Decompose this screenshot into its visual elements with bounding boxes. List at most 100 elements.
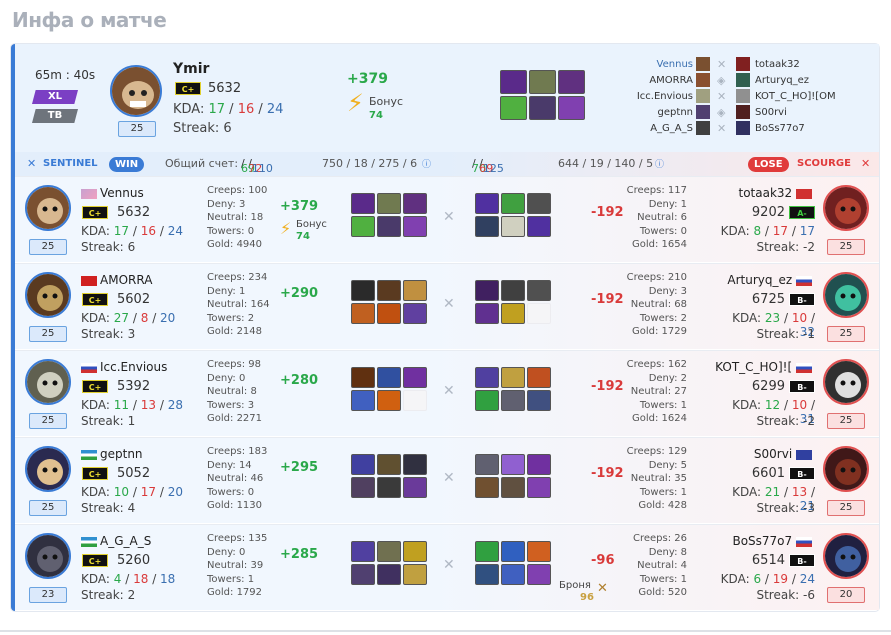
item-icon[interactable] bbox=[527, 390, 551, 411]
item-icon[interactable] bbox=[501, 477, 525, 498]
item-icon[interactable] bbox=[529, 96, 556, 120]
item-icon[interactable] bbox=[527, 454, 551, 475]
item-icon[interactable] bbox=[475, 390, 499, 411]
item-icon[interactable] bbox=[403, 477, 427, 498]
item-icon[interactable] bbox=[403, 564, 427, 585]
sentinel-player-name[interactable]: Vennus bbox=[81, 186, 144, 200]
list-player[interactable]: totaak32 bbox=[755, 57, 836, 73]
item-icon[interactable] bbox=[558, 70, 585, 94]
item-icon[interactable] bbox=[501, 390, 525, 411]
item-icon[interactable] bbox=[475, 280, 499, 301]
sentinel-hero-avatar[interactable] bbox=[25, 533, 71, 579]
item-icon[interactable] bbox=[377, 280, 401, 301]
item-icon[interactable] bbox=[351, 303, 375, 324]
item-icon[interactable] bbox=[501, 193, 525, 214]
item-icon[interactable] bbox=[403, 216, 427, 237]
item-icon[interactable] bbox=[527, 216, 551, 237]
item-icon[interactable] bbox=[377, 216, 401, 237]
sentinel-player-name[interactable]: AMORRA bbox=[81, 273, 152, 287]
item-icon[interactable] bbox=[501, 541, 525, 562]
item-icon[interactable] bbox=[351, 477, 375, 498]
item-icon[interactable] bbox=[403, 541, 427, 562]
item-icon[interactable] bbox=[377, 303, 401, 324]
info-icon[interactable]: ⓘ bbox=[655, 157, 664, 170]
list-player[interactable]: AMORRA bbox=[635, 73, 693, 89]
item-icon[interactable] bbox=[351, 564, 375, 585]
item-icon[interactable] bbox=[475, 303, 499, 324]
item-icon[interactable] bbox=[351, 390, 375, 411]
item-icon[interactable] bbox=[403, 280, 427, 301]
item-icon[interactable] bbox=[501, 280, 525, 301]
scourge-stats: Creeps: 129 Deny: 5 Neutral: 35 Towers: … bbox=[626, 446, 687, 512]
item-icon[interactable] bbox=[351, 216, 375, 237]
scourge-player-name[interactable]: totaak32 bbox=[715, 186, 815, 200]
item-icon[interactable] bbox=[475, 564, 499, 585]
item-icon[interactable] bbox=[527, 193, 551, 214]
item-icon[interactable] bbox=[501, 367, 525, 388]
sentinel-hero-avatar[interactable] bbox=[25, 446, 71, 492]
item-icon[interactable] bbox=[351, 193, 375, 214]
item-icon[interactable] bbox=[475, 541, 499, 562]
item-icon[interactable] bbox=[351, 280, 375, 301]
scourge-hero-avatar[interactable] bbox=[823, 446, 869, 492]
list-player[interactable]: Arturyq_ez bbox=[755, 73, 836, 89]
scourge-hero-avatar[interactable] bbox=[823, 272, 869, 318]
item-icon[interactable] bbox=[527, 280, 551, 301]
item-icon[interactable] bbox=[500, 70, 527, 94]
item-icon[interactable] bbox=[351, 454, 375, 475]
item-icon[interactable] bbox=[475, 367, 499, 388]
sentinel-items bbox=[351, 541, 427, 585]
list-player[interactable]: S00rvi bbox=[755, 105, 836, 121]
info-icon[interactable]: ⓘ bbox=[422, 157, 431, 170]
item-icon[interactable] bbox=[527, 541, 551, 562]
sentinel-hero-avatar[interactable] bbox=[25, 185, 71, 231]
scourge-player-name[interactable]: KOT_C_HO]![ bbox=[715, 360, 815, 374]
item-icon[interactable] bbox=[500, 96, 527, 120]
item-icon[interactable] bbox=[475, 454, 499, 475]
scourge-hero-avatar[interactable] bbox=[823, 359, 869, 405]
scourge-player-name[interactable]: S00rvi bbox=[715, 447, 815, 461]
item-icon[interactable] bbox=[377, 367, 401, 388]
item-icon[interactable] bbox=[475, 216, 499, 237]
item-icon[interactable] bbox=[377, 541, 401, 562]
list-player[interactable]: Vennus bbox=[635, 57, 693, 73]
item-icon[interactable] bbox=[377, 390, 401, 411]
list-player[interactable]: KOT_C_HO]![OM bbox=[755, 89, 836, 105]
sentinel-player-name[interactable]: A_G_A_S bbox=[81, 534, 151, 548]
scourge-player-name[interactable]: Arturyq_ez bbox=[715, 273, 815, 287]
item-icon[interactable] bbox=[527, 564, 551, 585]
item-icon[interactable] bbox=[501, 303, 525, 324]
item-icon[interactable] bbox=[475, 193, 499, 214]
item-icon[interactable] bbox=[475, 477, 499, 498]
hero-avatar[interactable] bbox=[110, 65, 162, 117]
item-icon[interactable] bbox=[351, 541, 375, 562]
item-icon[interactable] bbox=[403, 367, 427, 388]
item-icon[interactable] bbox=[377, 477, 401, 498]
item-icon[interactable] bbox=[527, 367, 551, 388]
item-icon[interactable] bbox=[501, 216, 525, 237]
scourge-hero-avatar[interactable] bbox=[823, 185, 869, 231]
item-icon[interactable] bbox=[377, 564, 401, 585]
scourge-hero-avatar[interactable] bbox=[823, 533, 869, 579]
item-icon[interactable] bbox=[529, 70, 556, 94]
item-icon[interactable] bbox=[403, 303, 427, 324]
item-icon[interactable] bbox=[558, 96, 585, 120]
item-icon[interactable] bbox=[403, 193, 427, 214]
list-player[interactable]: BoSs77o7 bbox=[755, 121, 836, 137]
player-name[interactable]: Ymir bbox=[173, 61, 209, 77]
item-icon[interactable] bbox=[377, 454, 401, 475]
scourge-player-name[interactable]: BoSs77o7 bbox=[715, 534, 815, 548]
item-icon[interactable] bbox=[377, 193, 401, 214]
sentinel-hero-avatar[interactable] bbox=[25, 359, 71, 405]
sentinel-player-name[interactable]: geptnn bbox=[81, 447, 143, 461]
item-icon[interactable] bbox=[501, 564, 525, 585]
list-player[interactable]: Icc.Envious bbox=[635, 89, 693, 105]
item-icon[interactable] bbox=[527, 477, 551, 498]
sentinel-player-name[interactable]: Icc.Envious bbox=[81, 360, 167, 374]
item-icon[interactable] bbox=[403, 454, 427, 475]
list-player[interactable]: A_G_A_S bbox=[635, 121, 693, 137]
sentinel-hero-avatar[interactable] bbox=[25, 272, 71, 318]
item-icon[interactable] bbox=[351, 367, 375, 388]
item-icon[interactable] bbox=[501, 454, 525, 475]
list-player[interactable]: geptnn bbox=[635, 105, 693, 121]
